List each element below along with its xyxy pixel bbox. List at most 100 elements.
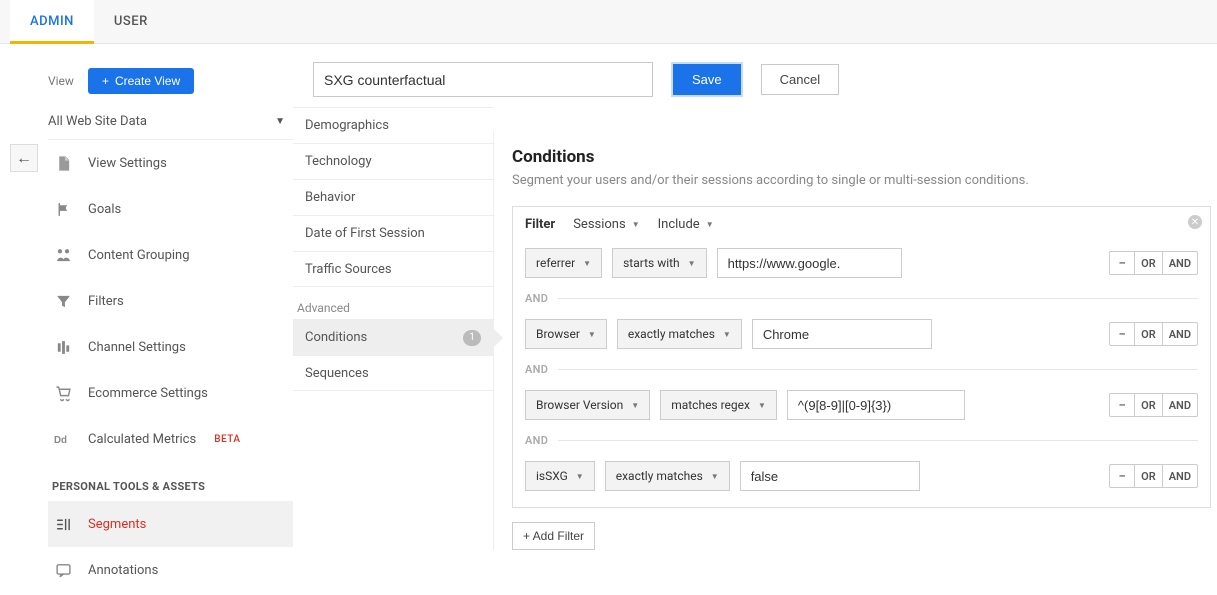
cat-conditions[interactable]: Conditions 1 [293, 319, 493, 355]
nav-ecommerce-settings[interactable]: Ecommerce Settings [48, 370, 293, 416]
value-input[interactable] [717, 248, 902, 278]
nav-label: Filters [88, 294, 124, 309]
tab-admin[interactable]: ADMIN [10, 0, 94, 44]
funnel-icon [52, 293, 74, 310]
chip-label: referrer [536, 256, 575, 270]
remove-button[interactable]: – [1109, 393, 1135, 417]
caret-down-icon: ▼ [711, 472, 719, 481]
operator-dropdown[interactable]: matches regex ▼ [660, 390, 777, 420]
cat-sequences[interactable]: Sequences [293, 355, 493, 391]
caret-down-icon: ▼ [632, 220, 640, 229]
dimension-dropdown[interactable]: Browser ▼ [525, 319, 607, 349]
personal-header: PERSONAL TOOLS & ASSETS [48, 462, 293, 501]
data-select-value: All Web Site Data [48, 114, 147, 129]
nav-goals[interactable]: Goals [48, 186, 293, 232]
remove-button[interactable]: – [1109, 251, 1135, 275]
nav-annotations[interactable]: Annotations [48, 547, 293, 593]
remove-button[interactable]: – [1109, 464, 1135, 488]
nav-label: Segments [88, 517, 146, 532]
nav-label: Channel Settings [88, 340, 186, 355]
cat-technology[interactable]: Technology [293, 143, 493, 179]
value-input[interactable] [740, 461, 920, 491]
nav-label: Content Grouping [88, 248, 190, 263]
advanced-header: Advanced [293, 287, 493, 319]
caret-down-icon: ▼ [631, 401, 639, 410]
operator-dropdown[interactable]: exactly matches ▼ [605, 461, 730, 491]
condition-row: referrer ▼ starts with ▼ – OR AND [525, 246, 1198, 280]
or-button[interactable]: OR [1134, 393, 1163, 417]
dimension-dropdown[interactable]: isSXG ▼ [525, 461, 595, 491]
or-button[interactable]: OR [1134, 251, 1163, 275]
flag-icon [52, 201, 74, 218]
mode-value: Include [658, 217, 700, 232]
conditions-title: Conditions [512, 147, 1211, 167]
plus-icon: + [102, 74, 109, 88]
nav-label: View Settings [88, 156, 167, 171]
and-button[interactable]: AND [1162, 393, 1198, 417]
operator-dropdown[interactable]: starts with ▼ [612, 248, 707, 278]
dimension-dropdown[interactable]: referrer ▼ [525, 248, 602, 278]
condition-row: Browser Version ▼ matches regex ▼ – OR A… [525, 388, 1198, 422]
cat-behavior[interactable]: Behavior [293, 179, 493, 215]
mode-dropdown[interactable]: Include ▼ [658, 217, 714, 232]
condition-row: Browser ▼ exactly matches ▼ – OR AND [525, 317, 1198, 351]
or-button[interactable]: OR [1134, 464, 1163, 488]
value-input[interactable] [787, 390, 965, 420]
conditions-pane: Conditions Segment your users and/or the… [493, 131, 1217, 550]
remove-button[interactable]: – [1109, 322, 1135, 346]
back-button[interactable]: ← [10, 144, 38, 172]
cat-first-session[interactable]: Date of First Session [293, 215, 493, 251]
nav-content-grouping[interactable]: Content Grouping [48, 232, 293, 278]
chip-label: starts with [623, 256, 680, 270]
and-button[interactable]: AND [1162, 464, 1198, 488]
tab-user[interactable]: USER [94, 0, 168, 43]
and-separator: AND [525, 292, 1198, 305]
conditions-count-badge: 1 [463, 330, 481, 346]
value-input[interactable] [752, 319, 932, 349]
segment-name-input[interactable] [313, 62, 653, 97]
caret-down-icon: ▼ [583, 259, 591, 268]
close-icon[interactable]: ✕ [1188, 215, 1202, 229]
operator-dropdown[interactable]: exactly matches ▼ [617, 319, 742, 349]
back-column: ← [0, 44, 48, 172]
chip-label: matches regex [671, 398, 750, 412]
filter-label: Filter [525, 217, 555, 232]
add-filter-button[interactable]: + Add Filter [512, 522, 595, 550]
data-select[interactable]: All Web Site Data ▼ [48, 104, 293, 140]
and-button[interactable]: AND [1162, 251, 1198, 275]
nav-segments[interactable]: Segments [48, 501, 293, 547]
chip-label: Browser Version [536, 398, 623, 412]
svg-text:Dd: Dd [54, 435, 67, 446]
cat-demographics[interactable]: Demographics [293, 107, 493, 143]
nav-view-settings[interactable]: View Settings [48, 140, 293, 186]
document-icon [52, 155, 74, 172]
caret-down-icon: ▼ [706, 220, 714, 229]
cat-traffic-sources[interactable]: Traffic Sources [293, 251, 493, 287]
caret-down-icon: ▼ [758, 401, 766, 410]
cancel-button[interactable]: Cancel [761, 64, 839, 95]
metrics-icon: Dd [52, 432, 74, 446]
nav-calculated-metrics[interactable]: Dd Calculated Metrics BETA [48, 416, 293, 462]
and-button[interactable]: AND [1162, 322, 1198, 346]
filter-box: ✕ Filter Sessions ▼ Include ▼ [512, 206, 1211, 508]
nav-label: Calculated Metrics [88, 432, 196, 447]
arrow-left-icon: ← [16, 148, 32, 168]
scope-dropdown[interactable]: Sessions ▼ [573, 217, 639, 232]
save-button[interactable]: Save [673, 64, 741, 95]
nav-label: Ecommerce Settings [88, 386, 208, 401]
nav-channel-settings[interactable]: Channel Settings [48, 324, 293, 370]
or-button[interactable]: OR [1134, 322, 1163, 346]
conditions-subtitle: Segment your users and/or their sessions… [512, 173, 1211, 188]
dimension-dropdown[interactable]: Browser Version ▼ [525, 390, 650, 420]
chip-label: exactly matches [616, 469, 703, 483]
caret-down-icon: ▼ [588, 330, 596, 339]
nav-label: Goals [88, 202, 121, 217]
annotation-icon [52, 562, 74, 579]
chip-label: exactly matches [628, 327, 715, 341]
create-view-button[interactable]: + Create View [88, 68, 194, 94]
condition-row: isSXG ▼ exactly matches ▼ – OR AND [525, 459, 1198, 493]
segments-icon [52, 516, 74, 533]
group-icon [52, 247, 74, 264]
scope-value: Sessions [573, 217, 626, 232]
nav-filters[interactable]: Filters [48, 278, 293, 324]
